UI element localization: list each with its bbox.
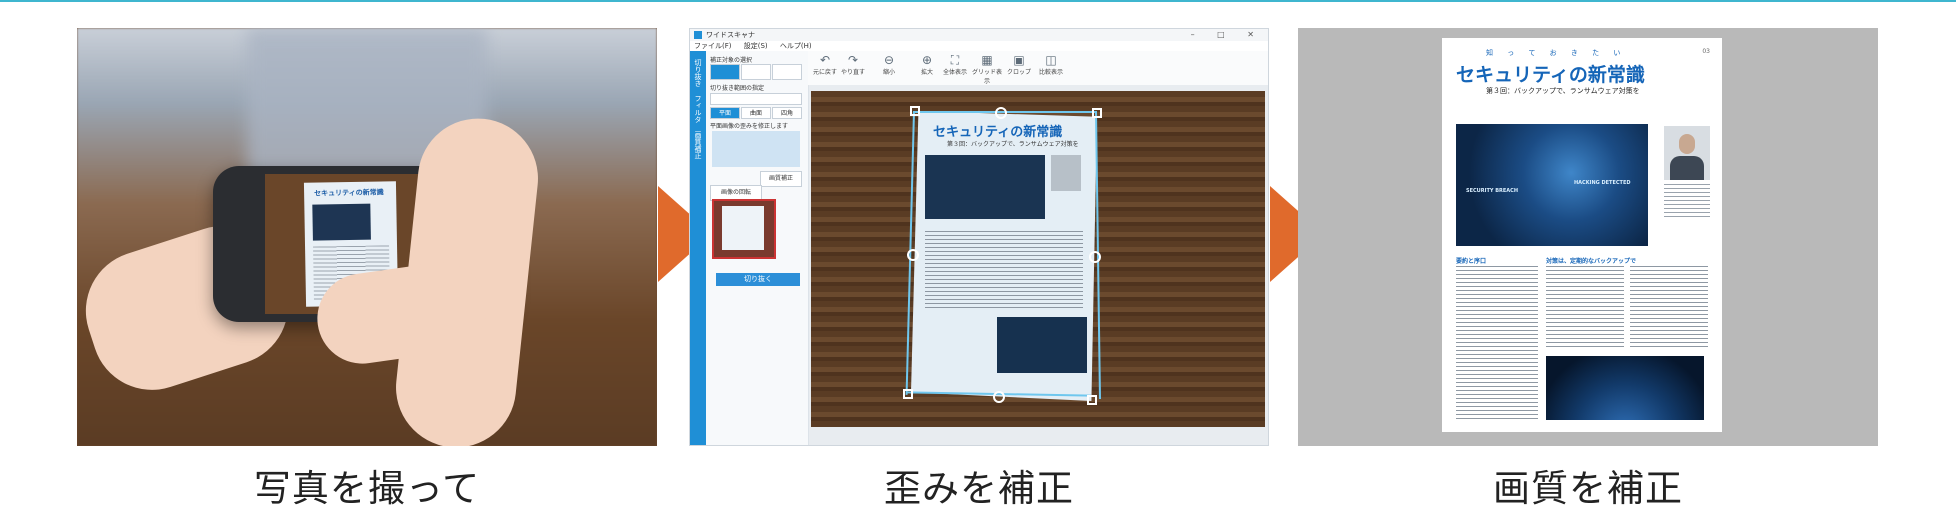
- compare-button[interactable]: ◫ 比較表示: [1036, 53, 1066, 76]
- grid-label: グリッド表示: [972, 69, 1003, 85]
- undo-button[interactable]: ↶ 元に戻す: [810, 53, 840, 76]
- mode-curved[interactable]: 曲面: [741, 107, 771, 119]
- target-card-button[interactable]: [741, 64, 771, 80]
- crop-handle-bottom-left[interactable]: [903, 389, 913, 399]
- crop-label: クロップ: [1006, 69, 1031, 76]
- section-target-label: 補正対象の選択: [710, 57, 753, 64]
- page-title: セキュリティの新常識: [1456, 64, 1645, 86]
- zoom-out-button[interactable]: ⊖ 縮小: [874, 53, 904, 76]
- target-doc-button[interactable]: [710, 64, 740, 80]
- zoom-in-button[interactable]: ⊕ 拡大: [912, 53, 942, 76]
- section-heading-1: 要約と序口: [1456, 258, 1487, 265]
- crop-tools[interactable]: [710, 93, 802, 105]
- undo-label: 元に戻す: [812, 69, 837, 76]
- crop-midpoint-right[interactable]: [1089, 251, 1101, 263]
- target-book-button[interactable]: [772, 64, 802, 80]
- step1-photo-panel: セキュリティの新常識: [77, 28, 657, 446]
- page-number: 03: [1702, 48, 1710, 55]
- menu-file[interactable]: ファイル(F): [694, 42, 732, 50]
- author-portrait: [1664, 126, 1710, 180]
- toolbar: ↶ 元に戻す ↷ やり直す ⊖ 縮小 ⊕ 拡大 ⛶ 全体表示 ▦ グリッド表示 ▣ クロップ …: [808, 51, 1268, 86]
- menu-bar: ファイル(F) 設定(S) ヘルプ(H): [690, 41, 1268, 51]
- app-logo-icon: [694, 31, 702, 39]
- step2-caption: 歪みを補正: [884, 467, 1074, 510]
- compare-label: 比較表示: [1038, 69, 1063, 76]
- crop-handle-bottom-right[interactable]: [1087, 395, 1097, 405]
- thumbnail-page: [722, 206, 764, 250]
- text-column-1: [1456, 266, 1538, 422]
- crop-midpoint-bottom[interactable]: [993, 391, 1005, 403]
- redo-button[interactable]: ↷ やり直す: [838, 53, 868, 76]
- cut-button[interactable]: 切り抜く: [716, 273, 800, 286]
- mode-square[interactable]: 四角: [772, 107, 802, 119]
- compare-icon: ◫: [1045, 53, 1057, 67]
- crop-handle-top-right[interactable]: [1092, 108, 1102, 118]
- window-controls[interactable]: – □ ✕: [1191, 30, 1264, 39]
- crop-handle-top-left[interactable]: [910, 106, 920, 116]
- crop-midpoint-left[interactable]: [907, 249, 919, 261]
- app-titlebar: ワイドスキャナ – □ ✕: [690, 29, 1268, 41]
- section-crop-label: 切り抜き範囲の指定: [710, 85, 765, 92]
- step2-app-panel: ワイドスキャナ – □ ✕ ファイル(F) 設定(S) ヘルプ(H) 切り抜き …: [689, 28, 1269, 446]
- text-column-2: [1546, 266, 1624, 350]
- fit-icon: ⛶: [950, 53, 960, 67]
- grid-icon: ▦: [981, 53, 993, 67]
- quality-dropdown[interactable]: 画質補正: [760, 171, 802, 187]
- settings-panel: 補正対象の選択 切り抜き範囲の指定 平面 曲面 四角 平面画像の歪みを修正します…: [706, 51, 809, 445]
- zoom-in-label: 拡大: [920, 69, 933, 76]
- crop-button[interactable]: ▣ クロップ: [1004, 53, 1034, 76]
- hacking-detected-label: HACKING DETECTED: [1574, 180, 1631, 186]
- mode-sidebar: 切り抜き フィルタ 画質補正: [690, 51, 706, 445]
- image-canvas[interactable]: セキュリティの新常識 第３回：バックアップで、ランサムウェア対策を: [809, 85, 1268, 445]
- fit-label: 全体表示: [942, 69, 967, 76]
- menu-help[interactable]: ヘルプ(H): [780, 42, 812, 50]
- phone-document-title: セキュリティの新常識: [314, 188, 384, 198]
- zoom-out-label: 縮小: [882, 69, 895, 76]
- sidebar-tab-filter[interactable]: フィルタ: [693, 95, 703, 123]
- portrait-suit: [1670, 156, 1704, 180]
- crop-midpoint-top[interactable]: [995, 107, 1007, 119]
- phone-document-image: [312, 203, 371, 241]
- document-portrait: [1051, 155, 1081, 191]
- fit-button[interactable]: ⛶ 全体表示: [940, 53, 970, 76]
- mode-hint: 平面画像の歪みを修正します: [710, 123, 789, 130]
- page-subtitle: 第３回：バックアップで、ランサムウェア対策を: [1486, 87, 1640, 95]
- top-accent-line: [0, 0, 1956, 2]
- sidebar-tab-quality[interactable]: 画質補正: [693, 131, 703, 159]
- mode-illustration: [712, 131, 800, 167]
- document-image-earth: [997, 317, 1087, 373]
- zoom-in-icon: ⊕: [921, 53, 933, 67]
- page-kicker: 知 っ て お き た い: [1486, 49, 1627, 57]
- zoom-out-icon: ⊖: [883, 53, 895, 67]
- portrait-caption: [1664, 184, 1710, 218]
- corrected-page: 知 っ て お き た い 03 セキュリティの新常識 第３回：バックアップで、…: [1442, 38, 1722, 432]
- step3-result-panel: 知 っ て お き た い 03 セキュリティの新常識 第３回：バックアップで、…: [1298, 28, 1878, 446]
- step3-caption: 画質を補正: [1493, 467, 1683, 510]
- page-thumbnail[interactable]: [712, 199, 776, 259]
- step1-caption: 写真を撮って: [253, 467, 481, 510]
- document-title: セキュリティの新常識: [933, 125, 1063, 140]
- crop-icon: ▣: [1013, 53, 1025, 67]
- security-illustration: SECURITY BREACH HACKING DETECTED: [1456, 124, 1648, 246]
- document-text: [925, 231, 1083, 311]
- app-title: ワイドスキャナ: [706, 31, 755, 39]
- menu-settings[interactable]: 設定(S): [744, 42, 768, 50]
- section-heading-2: 対策は、定期的なバックアップで: [1546, 258, 1637, 265]
- undo-icon: ↶: [819, 53, 831, 67]
- security-breach-label: SECURITY BREACH: [1466, 188, 1519, 194]
- text-column-3: [1630, 266, 1708, 350]
- grid-button[interactable]: ▦ グリッド表示: [972, 53, 1002, 85]
- mode-flat[interactable]: 平面: [710, 107, 740, 119]
- wood-desk-photo: セキュリティの新常識 第３回：バックアップで、ランサムウェア対策を: [811, 91, 1265, 427]
- document-image: [925, 155, 1045, 219]
- redo-label: やり直す: [840, 69, 865, 76]
- portrait-face: [1679, 134, 1695, 154]
- sidebar-tab-crop[interactable]: 切り抜き: [693, 59, 703, 87]
- document-subtitle: 第３回：バックアップで、ランサムウェア対策を: [947, 141, 1079, 148]
- redo-icon: ↷: [847, 53, 859, 67]
- document-photo: セキュリティの新常識 第３回：バックアップで、ランサムウェア対策を: [911, 111, 1097, 401]
- earth-network-image: [1546, 356, 1704, 420]
